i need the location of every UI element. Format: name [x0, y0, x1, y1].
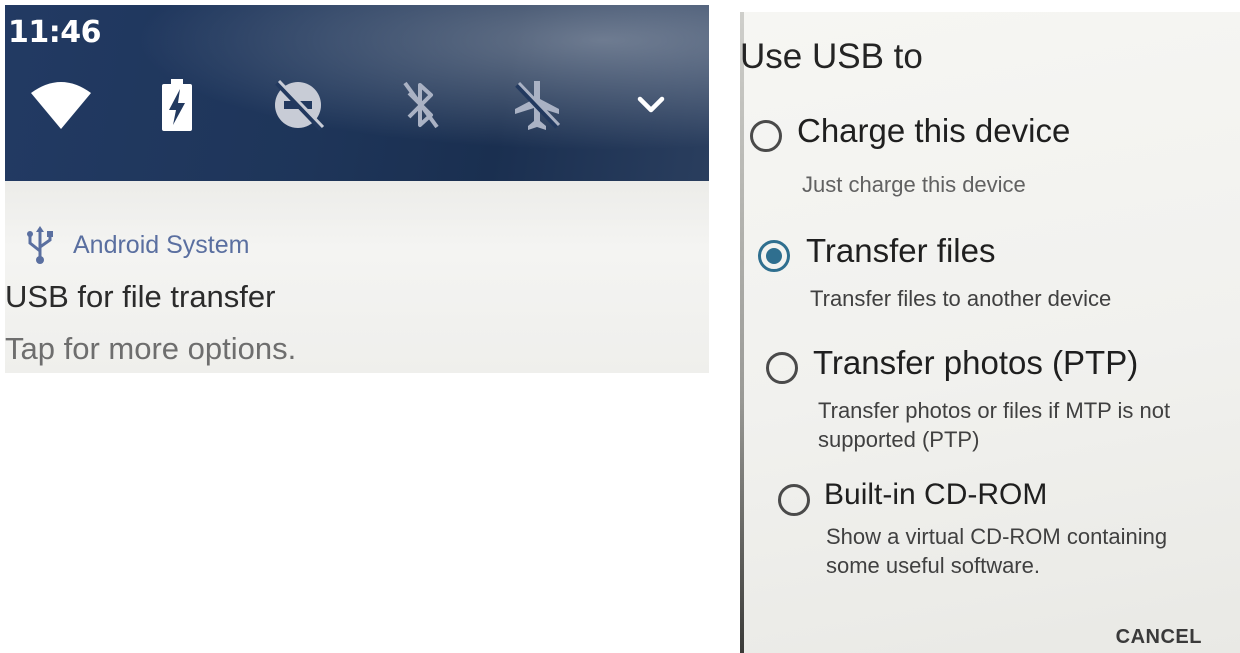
- option-description: Transfer files to another device: [810, 286, 1112, 311]
- option-label: Charge this device: [797, 112, 1071, 149]
- option-description: Just charge this device: [802, 172, 1026, 197]
- notification-text: Tap for more options.: [5, 331, 297, 366]
- notification-shade: 11:46 Android System USB for file transf…: [5, 5, 709, 373]
- expand-chevron-icon[interactable]: [619, 73, 683, 137]
- option-label: Built-in CD-ROM: [824, 478, 1048, 511]
- quick-settings-panel: 11:46: [5, 5, 709, 181]
- option-description: Show a virtual CD-ROM containing some us…: [826, 524, 1168, 578]
- airplane-mode-off-icon[interactable]: [505, 73, 569, 137]
- notification-title: USB for file transfer: [5, 279, 276, 314]
- notification-header: Android System: [25, 225, 249, 265]
- dialog-title: Use USB to: [740, 37, 923, 76]
- wifi-icon[interactable]: [29, 73, 93, 137]
- usb-notification[interactable]: Android System USB for file transfer Tap…: [5, 181, 709, 373]
- app-name: Android System: [73, 230, 250, 259]
- radio-button-selected[interactable]: [758, 240, 790, 272]
- status-time: 11:46: [8, 15, 102, 50]
- do-not-disturb-icon[interactable]: [267, 73, 331, 137]
- option-label: Transfer files: [806, 232, 996, 269]
- bluetooth-off-icon[interactable]: [389, 73, 453, 137]
- battery-charging-icon[interactable]: [145, 73, 209, 137]
- radio-button[interactable]: [778, 484, 810, 516]
- usb-options-dialog: Use USB to Charge this device Just charg…: [740, 12, 1240, 653]
- cancel-button[interactable]: CANCEL: [1116, 626, 1202, 649]
- option-label: Transfer photos (PTP): [813, 344, 1139, 381]
- usb-icon: [27, 226, 53, 264]
- radio-button[interactable]: [766, 352, 798, 384]
- option-description: Transfer photos or files if MTP is not s…: [818, 398, 1171, 452]
- radio-button[interactable]: [750, 120, 782, 152]
